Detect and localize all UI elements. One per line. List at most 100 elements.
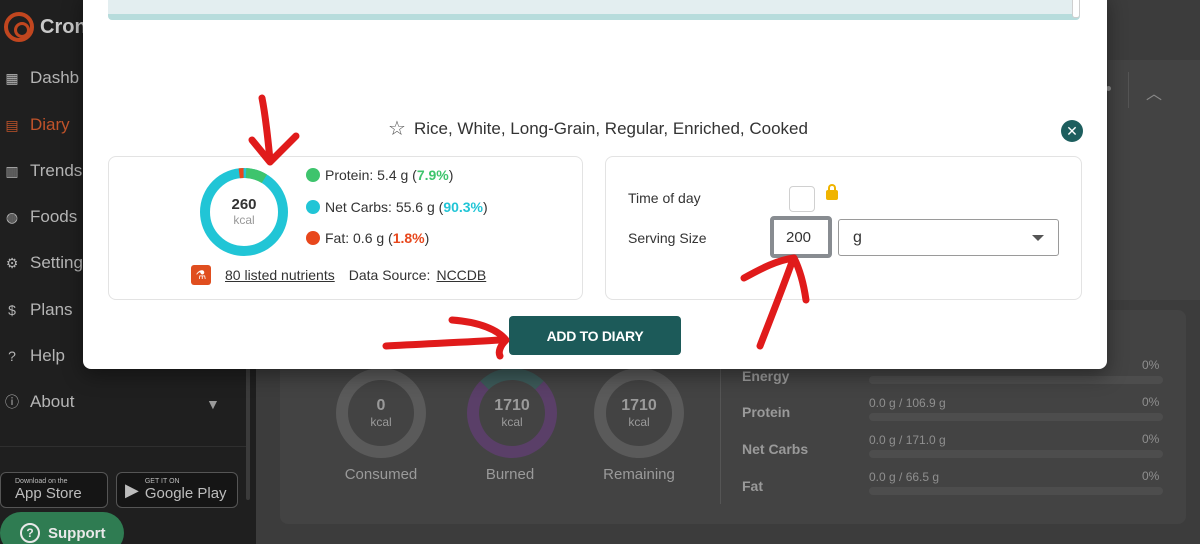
target-bar-protein [869, 413, 1163, 421]
sidebar-item-help[interactable]: ? Help [4, 346, 65, 366]
energy-readout: 260 kcal [197, 165, 291, 259]
close-icon: ✕ [1066, 122, 1078, 139]
sidebar-item-label: Help [30, 346, 65, 365]
serving-size-input[interactable] [770, 216, 832, 258]
target-pct-fat: 0% [1142, 469, 1160, 483]
time-of-day-label: Time of day [628, 190, 701, 206]
sidebar-item-diary[interactable]: ▤ Diary [4, 115, 70, 135]
serving-settings-card: Time of day Serving Size g [605, 156, 1082, 300]
app-store-label: App Store [15, 485, 82, 502]
support-label: Support [48, 524, 106, 542]
chevron-down-icon[interactable]: ▼ [206, 396, 220, 412]
target-name-fat: Fat [742, 478, 763, 494]
macro-protein: Protein: 5.4 g (7.9%) [306, 167, 453, 183]
sidebar-item-foods[interactable]: ◍ Foods [4, 207, 77, 227]
target-pct-protein: 0% [1142, 395, 1160, 409]
book-icon: ▤ [5, 116, 19, 133]
sidebar-item-label: Diary [30, 115, 70, 134]
app-store-button[interactable]: Download on the App Store [0, 472, 108, 508]
macro-name: Fat: [325, 230, 350, 246]
macro-amount: 55.6 g [395, 199, 435, 215]
macro-pct: 90.3% [443, 199, 484, 215]
macro-pct: 7.9% [416, 167, 449, 183]
help-icon: ? [20, 523, 40, 543]
unit-select[interactable]: g [838, 219, 1059, 256]
search-results-table[interactable] [108, 0, 1080, 20]
sidebar-item-label: Setting [30, 253, 83, 272]
energy-unit: kcal [233, 213, 255, 227]
apple-icon: ◍ [5, 208, 19, 225]
burned-label: Burned [485, 466, 535, 483]
remaining-value: 1710 [621, 397, 657, 414]
help-icon: ? [8, 348, 16, 364]
divider [0, 446, 248, 447]
favorite-star-icon[interactable]: ☆ [388, 119, 406, 139]
macro-name: Protein: [325, 167, 374, 183]
google-play-label: Google Play [144, 485, 227, 502]
sidebar-item-trends[interactable]: ▥ Trends [4, 161, 82, 181]
time-of-day-field[interactable] [789, 186, 815, 212]
brand-logo[interactable]: Cron [4, 12, 87, 42]
dollar-icon: $ [8, 302, 16, 318]
consumed-unit: kcal [370, 415, 392, 429]
macro-pct: 1.8% [392, 230, 425, 246]
remaining-unit: kcal [628, 415, 650, 429]
target-pct-energy: 0% [1142, 358, 1160, 372]
macro-name: Net Carbs: [325, 199, 392, 215]
burned-value: 1710 [494, 397, 530, 414]
info-icon: ⓘ [5, 394, 19, 410]
target-name-energy: Energy [742, 368, 790, 384]
sidebar-item-plans[interactable]: $ Plans [4, 300, 73, 320]
nutrient-source-row: ⚗ 80 listed nutrients Data Source: NCCDB [191, 265, 486, 285]
data-source-label: Data Source: [348, 267, 431, 283]
food-name: Rice, White, Long-Grain, Regular, Enrich… [413, 119, 808, 138]
flask-icon: ⚗ [191, 265, 211, 285]
chevron-up-icon[interactable]: ︿ [1146, 80, 1162, 104]
nutrition-summary-card: 260 kcal Protein: 5.4 g (7.9%) Net Carbs… [108, 156, 583, 300]
remaining-label: Remaining [603, 466, 675, 483]
support-button[interactable]: ? Support [0, 512, 124, 544]
sidebar-item-settings[interactable]: ⚙ Setting [4, 253, 83, 273]
caret-down-icon [1032, 235, 1044, 241]
macro-amount: 0.6 g [353, 230, 385, 246]
target-bar-fat [869, 487, 1163, 495]
close-button[interactable]: ✕ [1061, 120, 1083, 142]
burned-unit: kcal [501, 415, 523, 429]
energy-value: 260 [231, 196, 257, 213]
protein-dot-icon [306, 168, 320, 182]
target-name-protein: Protein [742, 404, 791, 420]
data-source-link[interactable]: NCCDB [436, 267, 486, 283]
google-play-button[interactable]: ▶ GET IT ON Google Play [116, 472, 238, 508]
consumed-label: Consumed [344, 466, 418, 483]
sidebar-item-label: Dashb [30, 68, 80, 87]
target-name-net-carbs: Net Carbs [742, 441, 809, 457]
target-value-fat: 0.0 g / 66.5 g [869, 470, 940, 484]
target-pct-net-carbs: 0% [1142, 432, 1160, 446]
lock-icon[interactable] [826, 184, 838, 200]
grid-icon: ▦ [5, 69, 19, 86]
remaining-ring: 1710 kcal [594, 368, 684, 458]
divider [1128, 72, 1129, 108]
nutrients-link[interactable]: 80 listed nutrients [225, 267, 335, 283]
sidebar-item-label: About [30, 392, 75, 411]
cronometer-logo-icon [4, 12, 34, 42]
add-to-diary-button[interactable]: ADD TO DIARY [509, 316, 681, 355]
brand-name: Cron [40, 15, 87, 38]
fat-dot-icon [306, 231, 320, 245]
sidebar-item-label: Plans [30, 300, 73, 319]
macro-amount: 5.4 g [377, 167, 409, 183]
target-bar-net-carbs [869, 450, 1163, 458]
food-title: ☆ Rice, White, Long-Grain, Regular, Enri… [388, 119, 808, 139]
sidebar-item-label: Foods [30, 207, 78, 226]
chart-icon: ▥ [5, 162, 19, 179]
burned-ring: 1710 kcal [467, 368, 557, 458]
sidebar-item-dashboard[interactable]: ▦ Dashb [4, 68, 79, 88]
add-food-modal: ☆ Rice, White, Long-Grain, Regular, Enri… [83, 0, 1107, 369]
results-scrollbar[interactable] [1072, 0, 1080, 18]
carbs-dot-icon [306, 200, 320, 214]
sidebar-item-label: Trends [30, 161, 83, 180]
target-value-net-carbs: 0.0 g / 171.0 g [869, 433, 946, 447]
sidebar-item-about[interactable]: ⓘ About [4, 392, 74, 412]
gear-icon: ⚙ [5, 254, 19, 271]
macro-net-carbs: Net Carbs: 55.6 g (90.3%) [306, 199, 488, 215]
